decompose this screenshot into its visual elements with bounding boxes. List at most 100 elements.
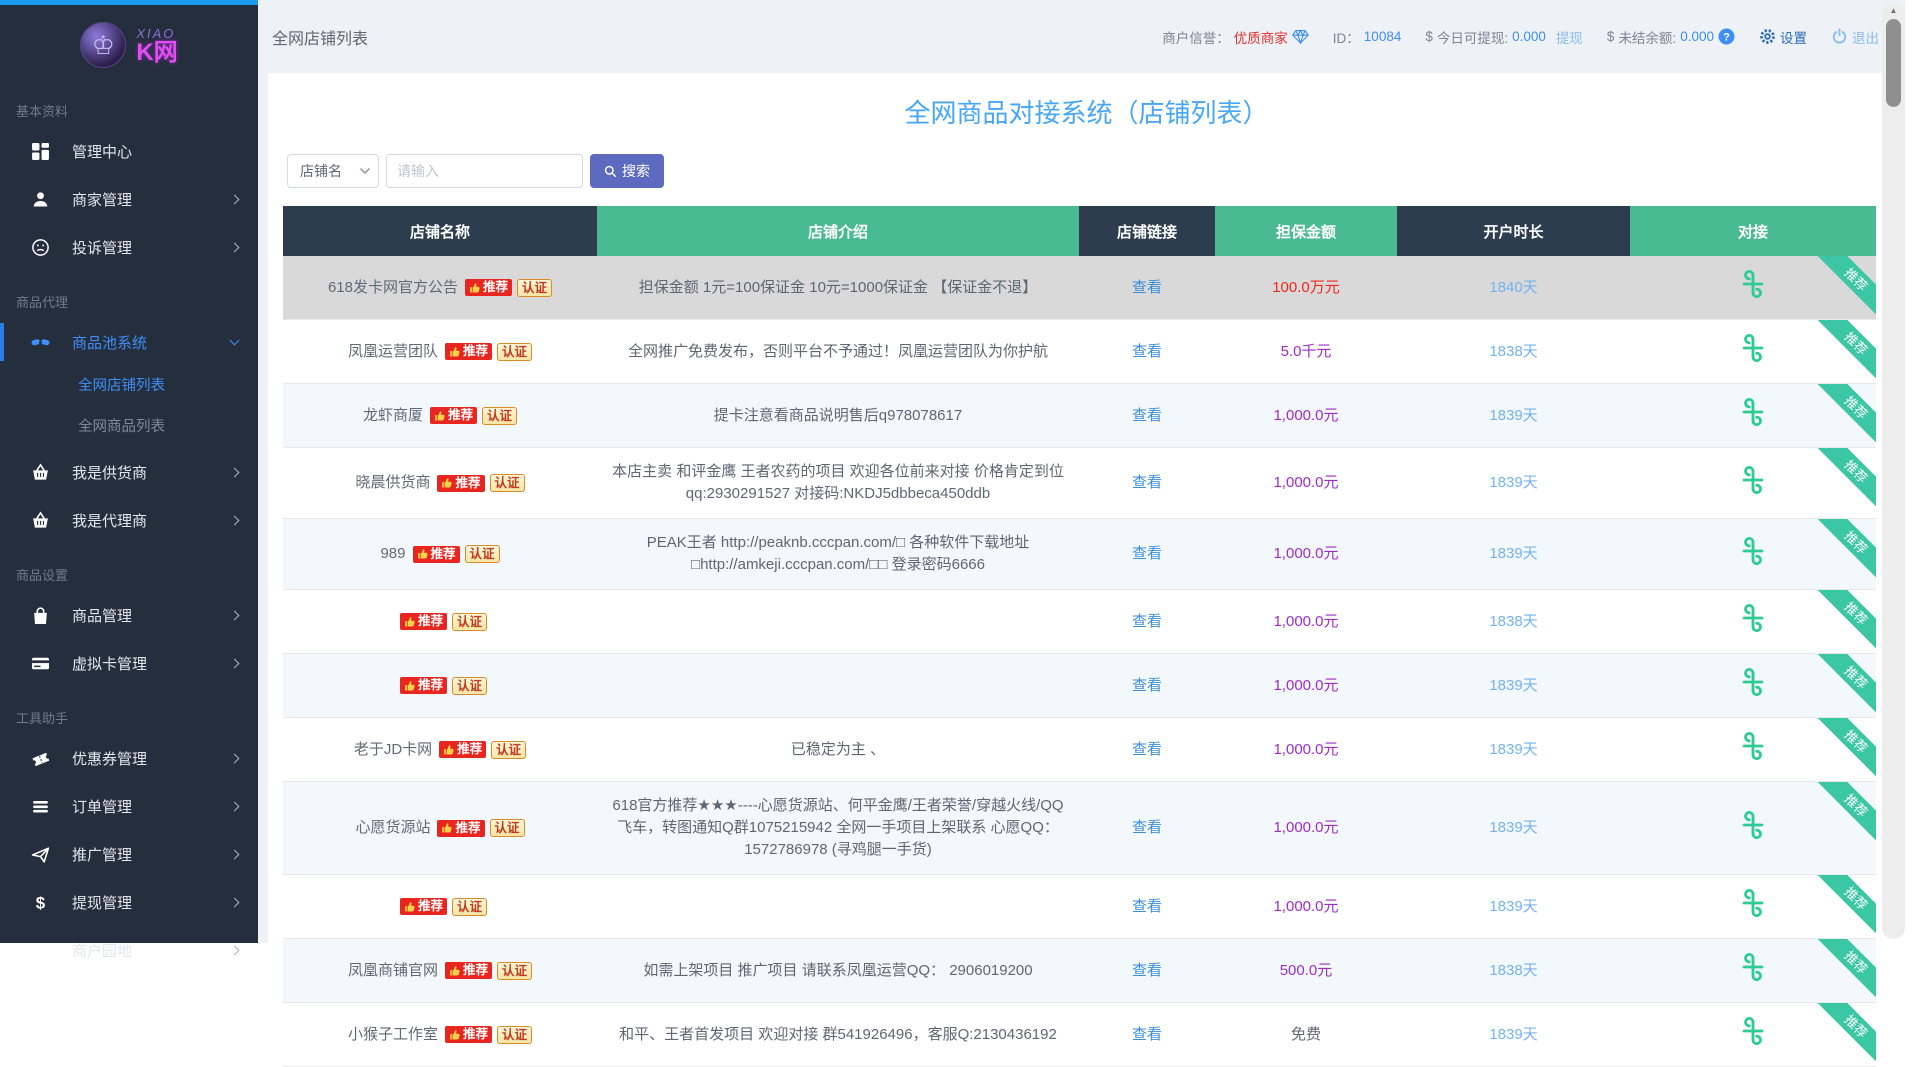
plus-cross-icon[interactable] bbox=[1738, 888, 1768, 918]
dock-cell: 推荐 bbox=[1630, 782, 1876, 875]
view-link[interactable]: 查看 bbox=[1132, 1026, 1162, 1043]
deposit-cell: 1,000.0元 bbox=[1215, 782, 1397, 875]
plus-cross-icon[interactable] bbox=[1738, 731, 1768, 761]
view-link[interactable]: 查看 bbox=[1132, 819, 1162, 836]
person-icon bbox=[30, 940, 50, 960]
verified-badge: 认证 bbox=[452, 898, 487, 916]
table-row: 618发卡网官方公告推荐认证 担保金额 1元=100保证金 10元=1000保证… bbox=[283, 256, 1876, 320]
sidebar-item[interactable]: 商品池系统 bbox=[0, 318, 258, 366]
view-link[interactable]: 查看 bbox=[1132, 677, 1162, 694]
question-icon[interactable]: ? bbox=[1718, 28, 1735, 45]
thumbs-up-icon bbox=[404, 680, 416, 692]
account-age: 1839天 bbox=[1489, 677, 1537, 694]
logout-label: 退出 bbox=[1852, 27, 1879, 47]
recommend-ribbon: 推荐 bbox=[1814, 384, 1876, 446]
sidebar-item[interactable]: 商品管理 bbox=[0, 591, 258, 639]
view-link[interactable]: 查看 bbox=[1132, 898, 1162, 915]
verified-badge: 认证 bbox=[491, 741, 526, 759]
sidebar-item[interactable]: 商家管理 bbox=[0, 175, 258, 223]
sidebar-item[interactable]: 推广管理 bbox=[0, 830, 258, 878]
deposit-cell: 1,000.0元 bbox=[1215, 590, 1397, 654]
plus-cross-icon[interactable] bbox=[1738, 397, 1768, 427]
plus-cross-icon[interactable] bbox=[1738, 465, 1768, 495]
plus-cross-icon[interactable] bbox=[1738, 603, 1768, 633]
sidebar-item[interactable]: 订单管理 bbox=[0, 782, 258, 830]
logout-button[interactable]: 退出 bbox=[1831, 27, 1879, 47]
plus-cross-icon[interactable] bbox=[1738, 536, 1768, 566]
plus-cross-icon[interactable] bbox=[1738, 269, 1768, 299]
dock-cell: 推荐 bbox=[1630, 384, 1876, 448]
deposit-cell: 5.0千元 bbox=[1215, 320, 1397, 384]
plus-cross-icon[interactable] bbox=[1738, 1016, 1768, 1046]
recommend-badge: 推荐 bbox=[437, 475, 484, 492]
recommend-badge: 推荐 bbox=[465, 279, 512, 296]
shop-name: 989 bbox=[380, 545, 405, 562]
recommend-badge: 推荐 bbox=[413, 546, 460, 563]
chevron-icon bbox=[230, 335, 240, 345]
sidebar-item[interactable]: 优惠券管理 bbox=[0, 734, 258, 782]
plus-cross-icon[interactable] bbox=[1738, 667, 1768, 697]
dock-cell: 推荐 bbox=[1630, 939, 1876, 1003]
search-input[interactable] bbox=[386, 154, 583, 188]
scrollbar-thumb[interactable] bbox=[1886, 19, 1901, 107]
main-panel: 全网商品对接系统（店铺列表） 店铺名 搜索 店铺名称 店铺介绍 店铺链接 bbox=[268, 73, 1905, 943]
plus-cross-icon[interactable] bbox=[1738, 810, 1768, 840]
sidebar-subitem[interactable]: 全网商品列表 bbox=[0, 407, 258, 448]
sidebar-section-label: 基本资料 bbox=[0, 80, 258, 127]
sidebar-item[interactable]: 投诉管理 bbox=[0, 223, 258, 271]
table-header-row: 店铺名称 店铺介绍 店铺链接 担保金额 开户时长 对接 bbox=[283, 206, 1876, 256]
shop-link-cell: 查看 bbox=[1079, 782, 1215, 875]
table-row: 凤凰运营团队推荐认证 全网推广免费发布，否则平台不予通过！凤凰运营团队为你护航 … bbox=[283, 320, 1876, 384]
thumbs-up-icon bbox=[443, 744, 455, 756]
settings-button[interactable]: 设置 bbox=[1759, 27, 1807, 47]
dock-cell: 推荐 bbox=[1630, 718, 1876, 782]
chevron-icon bbox=[230, 610, 240, 620]
view-link[interactable]: 查看 bbox=[1132, 962, 1162, 979]
view-link[interactable]: 查看 bbox=[1132, 343, 1162, 360]
view-link[interactable]: 查看 bbox=[1132, 545, 1162, 562]
search-field-select[interactable]: 店铺名 bbox=[287, 154, 379, 188]
search-button[interactable]: 搜索 bbox=[590, 154, 664, 188]
view-link[interactable]: 查看 bbox=[1132, 613, 1162, 630]
view-link[interactable]: 查看 bbox=[1132, 741, 1162, 758]
sidebar-item-label: 投诉管理 bbox=[72, 237, 231, 258]
view-link[interactable]: 查看 bbox=[1132, 279, 1162, 296]
sidebar-item[interactable]: $ 提现管理 bbox=[0, 878, 258, 926]
dock-cell: 推荐 bbox=[1630, 590, 1876, 654]
plus-cross-icon[interactable] bbox=[1738, 952, 1768, 982]
chevron-icon bbox=[230, 467, 240, 477]
shop-name-cell: 心愿货源站推荐认证 bbox=[283, 782, 597, 875]
brand-text: XIAO K网 bbox=[136, 26, 177, 65]
sidebar-item[interactable]: 商户园地 bbox=[0, 926, 258, 974]
sidebar-subitem[interactable]: 全网店铺列表 bbox=[0, 366, 258, 407]
thumbs-up-icon bbox=[441, 477, 453, 489]
column-header-account-age: 开户时长 bbox=[1397, 206, 1630, 256]
recommend-badge: 推荐 bbox=[430, 407, 477, 424]
thumbs-up-icon bbox=[404, 616, 416, 628]
plus-cross-icon[interactable] bbox=[1738, 333, 1768, 363]
dock-cell: 推荐 bbox=[1630, 256, 1876, 320]
id-label: ID： bbox=[1333, 27, 1360, 47]
verified-badge: 认证 bbox=[490, 819, 525, 837]
sidebar-item[interactable]: 我是代理商 bbox=[0, 496, 258, 544]
header: 全网店铺列表 商户信誉： 优质商家 ID： 10084 $ 今日可提现: 0.0… bbox=[258, 0, 1905, 73]
thumbs-up-icon bbox=[434, 410, 446, 422]
withdraw-link[interactable]: 提现 bbox=[1556, 27, 1583, 47]
view-link[interactable]: 查看 bbox=[1132, 474, 1162, 491]
scrollbar-up-arrow-icon[interactable]: ▲ bbox=[1882, 6, 1905, 15]
sidebar-item[interactable]: 我是供货商 bbox=[0, 448, 258, 496]
shop-intro: 已稳定为主 、 bbox=[597, 718, 1079, 782]
currency-symbol: $ bbox=[1607, 29, 1615, 44]
shop-name-cell: 龙虾商厦推荐认证 bbox=[283, 384, 597, 448]
sidebar-item-label: 管理中心 bbox=[72, 141, 238, 162]
sidebar-item[interactable]: 虚拟卡管理 bbox=[0, 639, 258, 687]
list-icon bbox=[30, 796, 50, 816]
shop-intro bbox=[597, 654, 1079, 718]
deposit-amount: 免费 bbox=[1291, 1026, 1321, 1043]
table-row: 凤凰商铺官网推荐认证 如需上架项目 推广项目 请联系凤凰运营QQ： 290601… bbox=[283, 939, 1876, 1003]
sidebar-item[interactable]: 管理中心 bbox=[0, 127, 258, 175]
shop-name: 心愿货源站 bbox=[355, 819, 430, 836]
scrollbar-track[interactable]: ▲ bbox=[1882, 3, 1905, 939]
shop-intro: 本店主卖 和评金鹰 王者农药的项目 欢迎各位前来对接 价格肯定到位 qq:293… bbox=[597, 448, 1079, 519]
view-link[interactable]: 查看 bbox=[1132, 407, 1162, 424]
